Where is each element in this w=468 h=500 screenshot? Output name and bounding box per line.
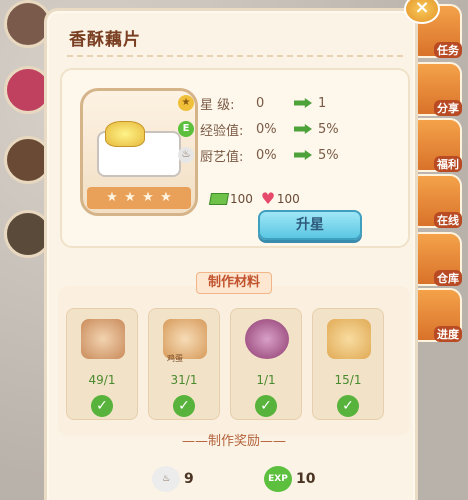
star-slot-icon: ★ (142, 190, 154, 205)
stat-row-star: ★ 星 级: 0 1 (178, 92, 326, 114)
left-sidebar (0, 0, 52, 500)
money-icon (208, 193, 230, 205)
star-slot-icon: ★ (124, 190, 136, 205)
material-count: 31/1 (170, 373, 198, 387)
chef-hat-icon: ♨ (178, 147, 194, 163)
check-icon: ✓ (91, 395, 113, 417)
check-icon: ✓ (337, 395, 359, 417)
exp-icon: EXP (264, 466, 292, 492)
stat-current: 0% (256, 121, 277, 137)
reward-cooking: ♨ 9 (152, 466, 194, 492)
upgrade-star-button[interactable]: 升星 (258, 210, 362, 240)
heart-icon: ♥ (260, 189, 276, 208)
heart-cost: 100 (276, 192, 300, 206)
stat-row-exp: E 经验值: 0% 5% (178, 118, 339, 140)
arrow-right-icon (294, 150, 312, 160)
task-label: 任务 (434, 42, 462, 58)
star-slot-icon: ★ (106, 190, 118, 205)
money-cost: 100 (230, 192, 253, 206)
arrow-right-icon (294, 124, 312, 134)
check-icon: ✓ (173, 395, 195, 417)
material-tag: 鸡蛋 (167, 354, 183, 363)
title-divider (67, 55, 403, 57)
star-icon: ★ (178, 95, 194, 111)
material-count: 15/1 (334, 373, 362, 387)
lotus-dish-icon (105, 121, 145, 147)
onion-icon (245, 319, 289, 359)
star-slot-icon: ★ (160, 190, 172, 205)
stat-label: 厨艺值: (200, 149, 244, 165)
progress-label: 进度 (434, 326, 462, 342)
rewards-heading: ——制作奖励—— (181, 434, 286, 449)
ginger-icon (327, 319, 371, 359)
exp-icon: E (178, 121, 194, 137)
stat-current: 0% (256, 147, 277, 163)
stat-label: 星 级: (200, 97, 235, 113)
welfare-label: 福利 (434, 156, 462, 172)
material-count: 49/1 (88, 373, 116, 387)
materials-box: 49/1 ✓ 鸡蛋 31/1 ✓ 1/1 ✓ 15/1 ✓ (58, 286, 410, 436)
materials-heading: 制作材料 (196, 272, 272, 294)
share-label: 分享 (434, 100, 462, 116)
check-icon: ✓ (255, 395, 277, 417)
material-slot[interactable]: 49/1 ✓ (66, 308, 138, 420)
chef-skill-icon: ♨ (152, 466, 180, 492)
stat-next: 1 (318, 95, 327, 111)
dish-pedestal (87, 187, 191, 209)
stat-current: 0 (256, 95, 265, 111)
reward-value: 10 (296, 471, 316, 487)
panel-title: 香酥藕片 (69, 30, 141, 50)
stat-row-cooking: ♨ 厨艺值: 0% 5% (178, 144, 339, 166)
stat-next: 5% (318, 147, 339, 163)
lotus-root-icon (81, 319, 125, 359)
stat-label: 经验值: (200, 123, 244, 139)
reward-exp: EXP 10 (264, 466, 315, 492)
reward-value: 9 (184, 471, 194, 487)
material-slot[interactable]: 1/1 ✓ (230, 308, 302, 420)
upgrade-cost: 100 ♥ 100 (208, 189, 300, 208)
warehouse-label: 仓库 (434, 270, 462, 286)
stat-next: 5% (318, 121, 339, 137)
arrow-right-icon (294, 98, 312, 108)
material-count: 1/1 (256, 373, 276, 387)
online-label: 在线 (434, 212, 462, 228)
material-slot[interactable]: 15/1 ✓ (312, 308, 384, 420)
material-slot[interactable]: 鸡蛋 31/1 ✓ (148, 308, 220, 420)
